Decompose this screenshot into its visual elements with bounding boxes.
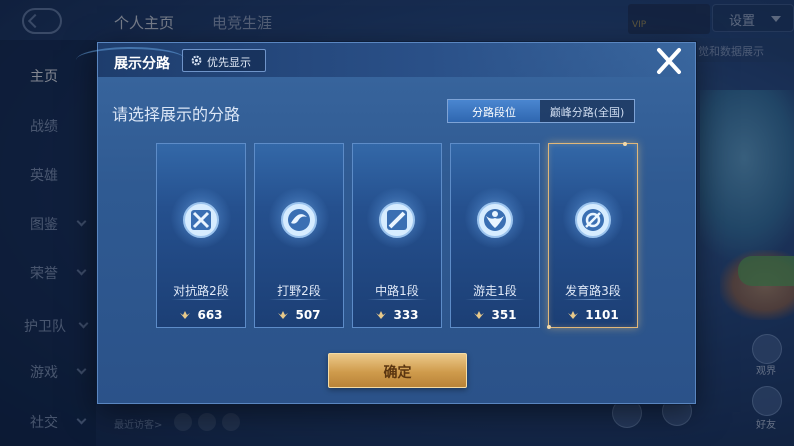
- lane-score-value: 663: [197, 308, 223, 322]
- lane-card-jungle[interactable]: 打野2段 507: [254, 143, 344, 328]
- sword-shield-icon: [183, 202, 219, 238]
- blade-slash-icon: [379, 202, 415, 238]
- priority-display-button[interactable]: 优先显示: [182, 49, 266, 72]
- lane-score: 663: [157, 308, 245, 322]
- selection-corner: [623, 142, 627, 146]
- toggle-lane-rank[interactable]: 分路段位: [448, 100, 540, 122]
- gear-icon: [191, 55, 202, 66]
- peak-score-icon: [278, 311, 289, 319]
- lane-card-mid[interactable]: 中路1段 333: [352, 143, 442, 328]
- lane-name: 游走1段: [473, 284, 517, 298]
- claw-swirl-icon: [281, 202, 317, 238]
- lane-card-top[interactable]: 对抗路2段 663: [156, 143, 246, 328]
- lane-score: 1101: [549, 308, 637, 322]
- divider: [563, 299, 623, 300]
- lane-name: 打野2段: [277, 284, 321, 298]
- arrow-ring-icon: [575, 202, 611, 238]
- close-icon[interactable]: [651, 45, 687, 77]
- lane-score: 333: [353, 308, 441, 322]
- lane-display-modal: 展示分路 优先显示 请选择展示的分路 分路段位 巅峰分路(全国) 对抗路2段 6…: [76, 42, 696, 404]
- peak-score-icon: [568, 311, 579, 319]
- divider: [269, 299, 329, 300]
- modal-header: 展示分路 优先显示: [76, 43, 695, 77]
- lane-card-farm[interactable]: 发育路3段 1101: [547, 142, 638, 329]
- confirm-button[interactable]: 确定: [328, 353, 467, 388]
- lane-score-value: 351: [491, 308, 517, 322]
- divider: [367, 299, 427, 300]
- peak-score-icon: [180, 311, 191, 319]
- lane-score: 507: [255, 308, 343, 322]
- lane-score: 351: [451, 308, 539, 322]
- lane-name: 中路1段: [375, 284, 419, 298]
- toggle-peak-lane[interactable]: 巅峰分路(全国): [540, 100, 634, 122]
- divider: [171, 299, 231, 300]
- priority-display-label: 优先显示: [207, 56, 251, 69]
- select-lane-prompt: 请选择展示的分路: [112, 105, 241, 124]
- divider: [465, 299, 525, 300]
- lane-score-value: 333: [393, 308, 419, 322]
- lane-card-support[interactable]: 游走1段 351: [450, 143, 540, 328]
- guard-wings-icon: [477, 202, 513, 238]
- peak-score-icon: [376, 311, 387, 319]
- lane-mode-toggle: 分路段位 巅峰分路(全国): [447, 99, 635, 123]
- lane-name: 对抗路2段: [173, 284, 229, 298]
- selection-corner: [547, 325, 551, 329]
- lane-name: 发育路3段: [565, 284, 621, 298]
- peak-score-icon: [474, 311, 485, 319]
- modal-title: 展示分路: [114, 56, 170, 72]
- lane-score-value: 1101: [585, 308, 619, 322]
- lane-score-value: 507: [295, 308, 321, 322]
